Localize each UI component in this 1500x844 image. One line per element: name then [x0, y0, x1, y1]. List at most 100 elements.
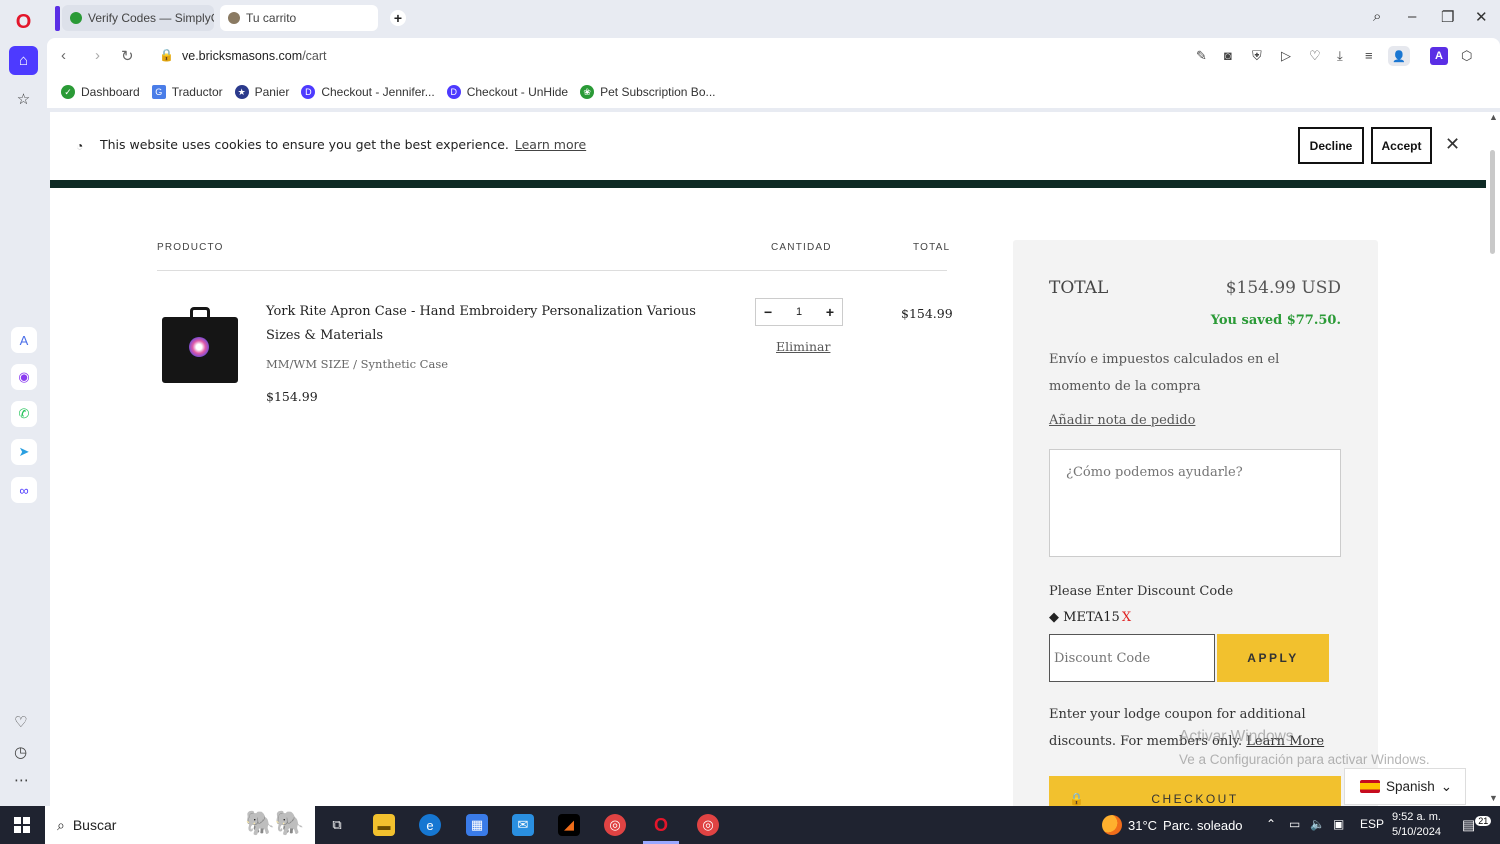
- discount-code-input[interactable]: [1049, 634, 1215, 682]
- tag-icon: ◆: [1049, 610, 1059, 625]
- bookmark-pet-subscription[interactable]: ❀ Pet Subscription Bo...: [580, 85, 716, 99]
- search-icon: ⌕: [57, 816, 65, 833]
- chevron-up-icon[interactable]: ⌃: [1266, 817, 1276, 831]
- remove-item-link[interactable]: Eliminar: [776, 339, 830, 354]
- bookmark-traductor[interactable]: G Traductor: [151, 85, 223, 99]
- tab-verify-codes[interactable]: Verify Codes — SimplyCo: [62, 5, 214, 31]
- extension-a-icon[interactable]: A: [1430, 47, 1448, 65]
- bookmark-checkout-unhide[interactable]: D Checkout - UnHide: [446, 85, 568, 99]
- windows-activation-title: Activar Windows: [1179, 728, 1294, 745]
- tab-cart[interactable]: Tu carrito: [220, 5, 378, 31]
- language-selector[interactable]: Spanish ⌄: [1344, 768, 1466, 805]
- bookmark-checkout-jennifer[interactable]: D Checkout - Jennifer...: [301, 85, 435, 99]
- apply-discount-button[interactable]: APPLY: [1217, 634, 1329, 682]
- back-icon[interactable]: ‹: [61, 47, 66, 64]
- page-scrollbar[interactable]: ▲ ▼: [1486, 112, 1500, 806]
- tab-label: Tu carrito: [246, 11, 297, 25]
- vk-icon[interactable]: ∞: [11, 477, 37, 503]
- chrome-profile-icon[interactable]: ◎: [697, 814, 719, 836]
- reload-icon[interactable]: ↻: [121, 47, 134, 65]
- file-explorer-icon[interactable]: ▬: [373, 814, 395, 836]
- bookmark-label: Pet Subscription Bo...: [600, 85, 716, 99]
- taskbar-search[interactable]: ⌕ Buscar 🐘🐘: [45, 806, 315, 844]
- add-order-note-link[interactable]: Añadir nota de pedido: [1049, 413, 1195, 428]
- history-icon[interactable]: ◷: [14, 743, 27, 761]
- account-icon[interactable]: 👤: [1388, 46, 1410, 66]
- product-image[interactable]: [160, 305, 240, 385]
- header-divider: [157, 270, 947, 271]
- chrome-icon[interactable]: ◎: [604, 814, 626, 836]
- mail-icon[interactable]: ✉: [512, 814, 534, 836]
- elephant-illustration-icon: 🐘🐘: [245, 810, 305, 837]
- lock-icon[interactable]: 🔒: [159, 48, 174, 62]
- opera-icon[interactable]: O: [650, 814, 672, 836]
- web-page: ◔ This website uses cookies to ensure yo…: [50, 112, 1486, 806]
- bookmark-dashboard[interactable]: ✓ Dashboard: [61, 85, 140, 99]
- close-icon[interactable]: ✕: [1445, 134, 1460, 155]
- heart-icon[interactable]: ♡: [1309, 48, 1321, 64]
- edit-icon[interactable]: ✎: [1196, 48, 1207, 64]
- more-icon[interactable]: ⋯: [14, 771, 29, 789]
- network-icon[interactable]: ▣: [1333, 817, 1344, 831]
- input-language[interactable]: ESP: [1360, 817, 1384, 831]
- order-summary: TOTAL $154.99 USD You saved $77.50. Enví…: [1013, 240, 1378, 806]
- menu-icon[interactable]: ≡: [1365, 48, 1373, 63]
- decrease-quantity-button[interactable]: −: [764, 304, 772, 320]
- notifications-icon[interactable]: ▤ 21: [1462, 816, 1492, 834]
- applied-coupon: ◆ META15 X: [1049, 610, 1131, 625]
- volume-icon[interactable]: 🔈: [1310, 817, 1325, 831]
- scroll-down-icon[interactable]: ▼: [1489, 793, 1498, 803]
- increase-quantity-button[interactable]: +: [826, 304, 834, 320]
- cube-icon[interactable]: ⬡: [1461, 48, 1472, 64]
- savings-text: You saved $77.50.: [1210, 313, 1341, 328]
- restore-icon[interactable]: ❐: [1441, 8, 1454, 26]
- scroll-thumb[interactable]: [1490, 150, 1495, 254]
- accept-button[interactable]: Accept: [1371, 127, 1432, 164]
- product-name-link[interactable]: York Rite Apron Case - Hand Embroidery P…: [266, 300, 706, 348]
- bookmarks-star-icon[interactable]: ☆: [9, 84, 38, 113]
- shield-icon[interactable]: ⛨: [1252, 48, 1262, 64]
- messenger-icon[interactable]: ◉: [11, 364, 37, 390]
- system-clock[interactable]: 9:52 a. m. 5/10/2024: [1392, 810, 1441, 840]
- column-header-total: TOTAL: [913, 242, 951, 253]
- edge-icon[interactable]: e: [419, 814, 441, 836]
- task-view-icon[interactable]: ⧉: [326, 814, 348, 836]
- play-icon[interactable]: ▷: [1281, 48, 1291, 64]
- checkout-button[interactable]: 🔒 CHECKOUT: [1049, 776, 1341, 806]
- close-window-icon[interactable]: ✕: [1475, 8, 1488, 26]
- app-store-icon[interactable]: A: [11, 327, 37, 353]
- camera-icon[interactable]: ◙: [1224, 48, 1232, 63]
- search-tabs-icon[interactable]: ⌕: [1373, 8, 1381, 25]
- battery-icon[interactable]: ▭: [1289, 817, 1300, 831]
- home-icon[interactable]: ⌂: [9, 46, 38, 75]
- download-icon[interactable]: ⤓: [1337, 48, 1343, 64]
- terminal-app-icon[interactable]: ◢: [558, 814, 580, 836]
- bookmark-label: Panier: [254, 85, 290, 99]
- cookie-learn-more-link[interactable]: Learn more: [515, 137, 586, 152]
- url-field[interactable]: ve.bricksmasons.com/cart: [182, 49, 327, 63]
- order-note-textarea[interactable]: [1049, 449, 1341, 557]
- bookmark-panier[interactable]: ★ Panier: [234, 85, 290, 99]
- quantity-value[interactable]: 1: [796, 306, 802, 318]
- checkout-label: CHECKOUT: [1151, 792, 1239, 806]
- clock-time: 9:52 a. m.: [1392, 811, 1441, 823]
- bookmark-label: Traductor: [171, 85, 223, 99]
- weather-widget[interactable]: 31°C Parc. soleado: [1102, 815, 1243, 835]
- opera-logo-icon[interactable]: O: [9, 8, 38, 37]
- applied-coupon-code: META15: [1063, 610, 1120, 625]
- telegram-icon[interactable]: ➤: [11, 439, 37, 465]
- windows-start-icon[interactable]: [14, 817, 30, 833]
- summary-total-label: TOTAL: [1049, 278, 1109, 298]
- remove-coupon-button[interactable]: X: [1122, 610, 1131, 625]
- new-tab-button[interactable]: +: [390, 10, 406, 26]
- forward-icon[interactable]: ›: [95, 47, 100, 64]
- whatsapp-icon[interactable]: ✆: [11, 401, 37, 427]
- quantity-stepper: − 1 +: [755, 298, 843, 326]
- store-icon[interactable]: ▦: [466, 814, 488, 836]
- minimize-icon[interactable]: –: [1408, 8, 1416, 25]
- spain-flag-icon: [1360, 780, 1380, 793]
- language-label: Spanish: [1386, 779, 1435, 794]
- scroll-up-icon[interactable]: ▲: [1489, 112, 1498, 122]
- decline-button[interactable]: Decline: [1298, 127, 1364, 164]
- heart-icon[interactable]: ♡: [14, 713, 27, 731]
